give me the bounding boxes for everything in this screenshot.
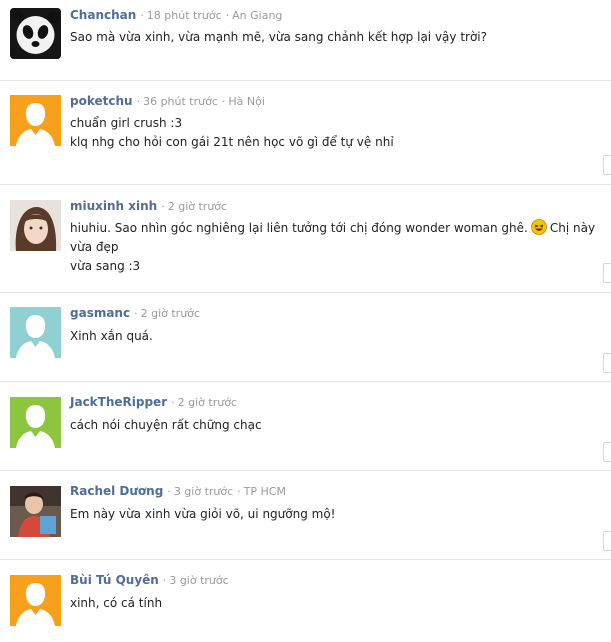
reply-button[interactable] [603,442,611,462]
reply-button[interactable] [603,155,611,175]
comment-meta: JackTheRipper · 2 giờ trước [70,395,237,409]
comment-text: cách nói chuyện rất chững chạc [70,418,262,432]
comment-time: 36 phút trước [143,95,218,108]
comment-item: Rachel Dương · 3 giờ trước · TP HCM Em này v… [0,471,611,560]
comment-text: hiuhiu. Sao nhìn góc nghiêng lại liên tư… [70,219,596,273]
avatar[interactable] [10,486,61,537]
comment-time: 2 giờ trước [140,307,200,320]
default-user-icon [10,575,61,626]
panda-icon [10,8,61,59]
user-photo-icon [10,486,61,537]
reply-button[interactable] [603,531,611,551]
comment-time: 2 giờ trước [167,200,228,213]
username[interactable]: JackTheRipper [70,395,167,409]
avatar[interactable] [10,575,61,626]
comment-location: TP HCM [243,485,286,498]
comment-time: 2 giờ trước [177,396,237,409]
comment-item: miuxinh xinh · 2 giờ trước hiuhiu. Sao nhì… [0,185,611,293]
comment-location: Hà Nội [228,95,265,108]
comment-item: JackTheRipper · 2 giờ trước cách nói chuyệ… [0,382,611,471]
comment-item: poketchu · 36 phút trước · Hà Nội chuẩn girl… [0,81,611,185]
laughing-emoji-icon [530,219,547,235]
comment-time: 18 phút trước [146,9,222,22]
comment-meta: gasmanc · 2 giờ trước [70,306,200,320]
comment-text: Sao mà vừa xinh, vừa mạnh mẽ, vừa sang c… [70,30,487,44]
comment-meta: Chanchan · 18 phút trước · An Giang [70,8,283,22]
username[interactable]: Chanchan [70,8,136,22]
comment-meta: Bùi Tú Quyên · 3 giờ trước [70,573,229,587]
comment-text: Xinh xắn quá. [70,329,153,343]
reply-button[interactable] [603,353,611,373]
avatar[interactable] [10,8,61,59]
comment-location: An Giang [232,9,283,22]
default-user-icon [10,95,61,146]
username[interactable]: Bùi Tú Quyên [70,573,159,587]
avatar[interactable] [10,95,61,146]
avatar[interactable] [10,200,61,251]
default-user-icon [10,307,61,358]
comment-time: 3 giờ trước [169,574,229,587]
comment-text: chuẩn girl crush :3 klq nhg cho hỏi con … [70,116,394,149]
comment-text: Em này vừa xinh vừa giỏi võ, ui ngưỡng m… [70,507,336,521]
avatar[interactable] [10,397,61,448]
comment-meta: Rachel Dương · 3 giờ trước · TP HCM [70,484,286,498]
reply-button[interactable] [603,263,611,283]
comment-time: 3 giờ trước [173,485,234,498]
comment-text: xinh, có cá tính [70,596,163,610]
avatar[interactable] [10,307,61,358]
comment-item: Bùi Tú Quyên · 3 giờ trước xinh, có cá tín… [0,560,611,642]
comment-meta: miuxinh xinh · 2 giờ trước [70,199,228,213]
username[interactable]: miuxinh xinh [70,199,157,213]
user-photo-icon [10,200,61,251]
username[interactable]: Rachel Dương [70,484,163,498]
comment-item: Chanchan · 18 phút trước · An Giang Sao mà v… [0,0,611,81]
username[interactable]: poketchu [70,94,133,108]
default-user-icon [10,397,61,448]
username[interactable]: gasmanc [70,306,130,320]
comment-meta: poketchu · 36 phút trước · Hà Nội [70,94,265,108]
comment-item: gasmanc · 2 giờ trước Xinh xắn quá. [0,293,611,382]
